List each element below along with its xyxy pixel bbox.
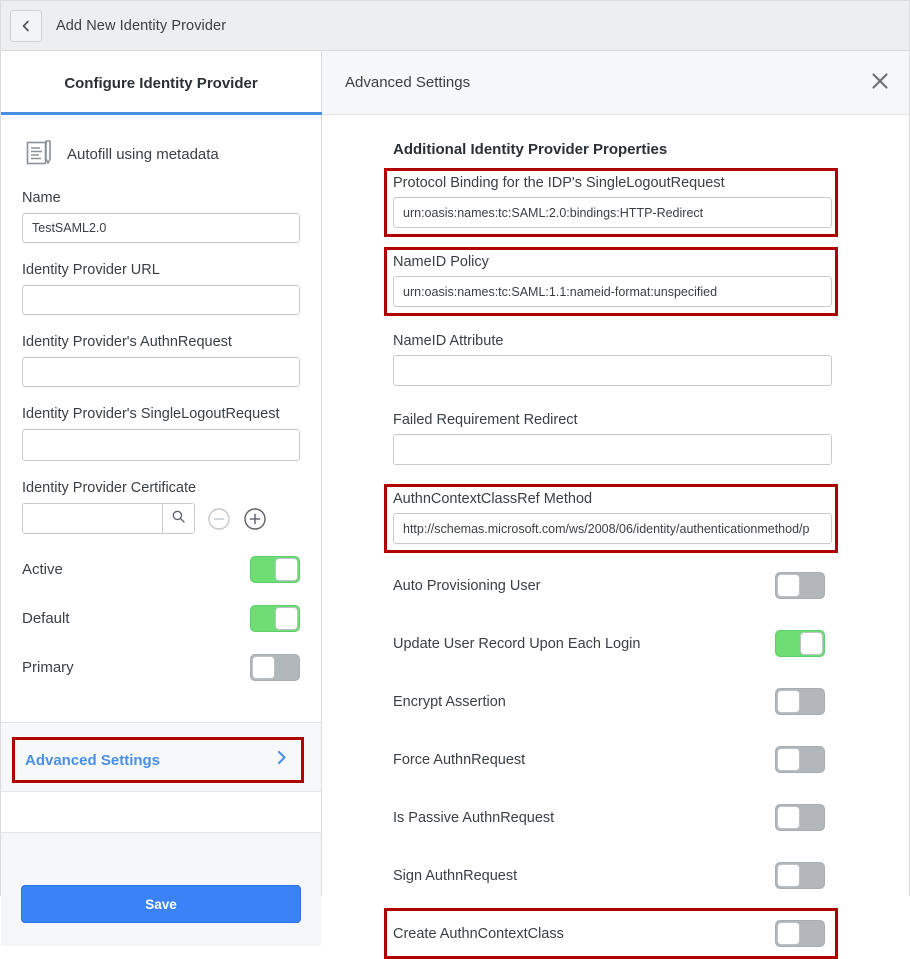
certificate-search-button[interactable]	[162, 504, 194, 533]
is-passive-authnrequest-label: Is Passive AuthnRequest	[393, 810, 554, 826]
protocol-binding-input[interactable]	[393, 197, 832, 228]
identity-provider-url-label: Identity Provider URL	[22, 262, 300, 278]
is-passive-authnrequest-toggle[interactable]	[775, 804, 825, 831]
auto-provisioning-user-toggle[interactable]	[775, 572, 825, 599]
advanced-settings-header: Advanced Settings	[322, 51, 909, 115]
failed-requirement-redirect-field: Failed Requirement Redirect	[384, 405, 838, 474]
remove-certificate-button[interactable]	[207, 507, 231, 531]
encrypt-assertion-row: Encrypt Assertion	[384, 676, 838, 727]
section-title: Additional Identity Provider Properties	[393, 141, 909, 158]
nameid-attribute-field: NameID Attribute	[384, 326, 838, 395]
add-certificate-button[interactable]	[243, 507, 267, 531]
protocol-binding-label: Protocol Binding for the IDP's SingleLog…	[393, 175, 829, 191]
authncontextclassref-method-input[interactable]	[393, 513, 832, 544]
certificate-input-wrapper	[22, 503, 195, 534]
authncontextclassref-method-label: AuthnContextClassRef Method	[393, 491, 829, 507]
name-field-label: Name	[22, 190, 300, 206]
nameid-policy-input[interactable]	[393, 276, 832, 307]
protocol-binding-field: Protocol Binding for the IDP's SingleLog…	[384, 168, 838, 237]
name-input[interactable]	[22, 213, 300, 243]
active-toggle[interactable]	[250, 556, 300, 583]
identity-provider-authnrequest-input[interactable]	[22, 357, 300, 387]
add-identity-provider-window: Add New Identity Provider Configure Iden…	[0, 0, 910, 896]
update-user-record-label: Update User Record Upon Each Login	[393, 636, 640, 652]
sign-authnrequest-label: Sign AuthnRequest	[393, 868, 517, 884]
advanced-settings-section: Advanced Settings	[1, 722, 321, 792]
advanced-settings-panel: Advanced Settings Additional Identity Pr…	[322, 51, 909, 896]
advanced-settings-label: Advanced Settings	[25, 752, 160, 769]
certificate-input[interactable]	[23, 504, 162, 533]
page-title: Add New Identity Provider	[56, 18, 226, 34]
default-toggle-row: Default	[22, 605, 300, 632]
nameid-policy-field: NameID Policy	[384, 247, 838, 316]
close-panel-button[interactable]	[866, 69, 894, 97]
certificate-row	[22, 503, 300, 534]
toggle-knob	[800, 632, 823, 655]
chevron-left-icon	[19, 19, 33, 33]
toggle-knob	[777, 748, 800, 771]
update-user-record-toggle[interactable]	[775, 630, 825, 657]
create-authncontextclass-label: Create AuthnContextClass	[393, 926, 564, 942]
active-label: Active	[22, 561, 63, 578]
force-authnrequest-row: Force AuthnRequest	[384, 734, 838, 785]
identity-provider-authnrequest-label: Identity Provider's AuthnRequest	[22, 334, 300, 350]
failed-requirement-redirect-input[interactable]	[393, 434, 832, 465]
advanced-settings-title: Advanced Settings	[345, 74, 470, 91]
force-authnrequest-toggle[interactable]	[775, 746, 825, 773]
chevron-right-icon	[273, 749, 290, 771]
left-panel-spacer	[1, 792, 321, 833]
back-button[interactable]	[10, 10, 42, 42]
tab-configure-identity-provider[interactable]: Configure Identity Provider	[1, 51, 321, 115]
autofill-label: Autofill using metadata	[67, 146, 219, 163]
encrypt-assertion-toggle[interactable]	[775, 688, 825, 715]
active-toggle-row: Active	[22, 556, 300, 583]
identity-provider-singlelogoutrequest-label: Identity Provider's SingleLogoutRequest	[22, 406, 300, 422]
toggle-knob	[777, 806, 800, 829]
is-passive-authnrequest-row: Is Passive AuthnRequest	[384, 792, 838, 843]
toggle-knob	[777, 690, 800, 713]
authncontextclassref-method-field: AuthnContextClassRef Method	[384, 484, 838, 553]
primary-label: Primary	[22, 659, 74, 676]
identity-provider-certificate-label: Identity Provider Certificate	[22, 480, 300, 496]
auto-provisioning-user-label: Auto Provisioning User	[393, 578, 541, 594]
toggle-knob	[275, 607, 298, 630]
nameid-attribute-input[interactable]	[393, 355, 832, 386]
autofill-using-metadata-button[interactable]: Autofill using metadata	[22, 137, 300, 171]
nameid-policy-label: NameID Policy	[393, 254, 829, 270]
primary-toggle[interactable]	[250, 654, 300, 681]
encrypt-assertion-label: Encrypt Assertion	[393, 694, 506, 710]
save-button[interactable]: Save	[21, 885, 301, 923]
create-authncontextclass-toggle[interactable]	[775, 920, 825, 947]
advanced-settings-form: Additional Identity Provider Properties …	[322, 141, 909, 959]
default-label: Default	[22, 610, 70, 627]
document-pen-icon	[22, 137, 56, 171]
toggle-knob	[275, 558, 298, 581]
sign-authnrequest-row: Sign AuthnRequest	[384, 850, 838, 901]
tab-label: Configure Identity Provider	[64, 75, 257, 92]
nameid-attribute-label: NameID Attribute	[393, 333, 829, 349]
window-header: Add New Identity Provider	[1, 1, 909, 51]
auto-provisioning-user-row: Auto Provisioning User	[384, 560, 838, 611]
toggle-knob	[777, 864, 800, 887]
close-icon	[870, 71, 890, 96]
configure-form: Autofill using metadata Name Identity Pr…	[1, 115, 321, 721]
primary-toggle-row: Primary	[22, 654, 300, 681]
sign-authnrequest-toggle[interactable]	[775, 862, 825, 889]
advanced-settings-link[interactable]: Advanced Settings	[12, 737, 304, 783]
identity-provider-url-input[interactable]	[22, 285, 300, 315]
update-user-record-row: Update User Record Upon Each Login	[384, 618, 838, 669]
create-authncontextclass-row: Create AuthnContextClass	[384, 908, 838, 959]
toggle-knob	[777, 574, 800, 597]
default-toggle[interactable]	[250, 605, 300, 632]
failed-requirement-redirect-label: Failed Requirement Redirect	[393, 412, 829, 428]
toggle-knob	[252, 656, 275, 679]
force-authnrequest-label: Force AuthnRequest	[393, 752, 525, 768]
toggle-knob	[777, 922, 800, 945]
configure-identity-provider-panel: Configure Identity Provider Autofill usi…	[1, 51, 322, 896]
identity-provider-singlelogoutrequest-input[interactable]	[22, 429, 300, 461]
search-icon	[171, 509, 186, 529]
save-area: Save	[1, 833, 321, 946]
